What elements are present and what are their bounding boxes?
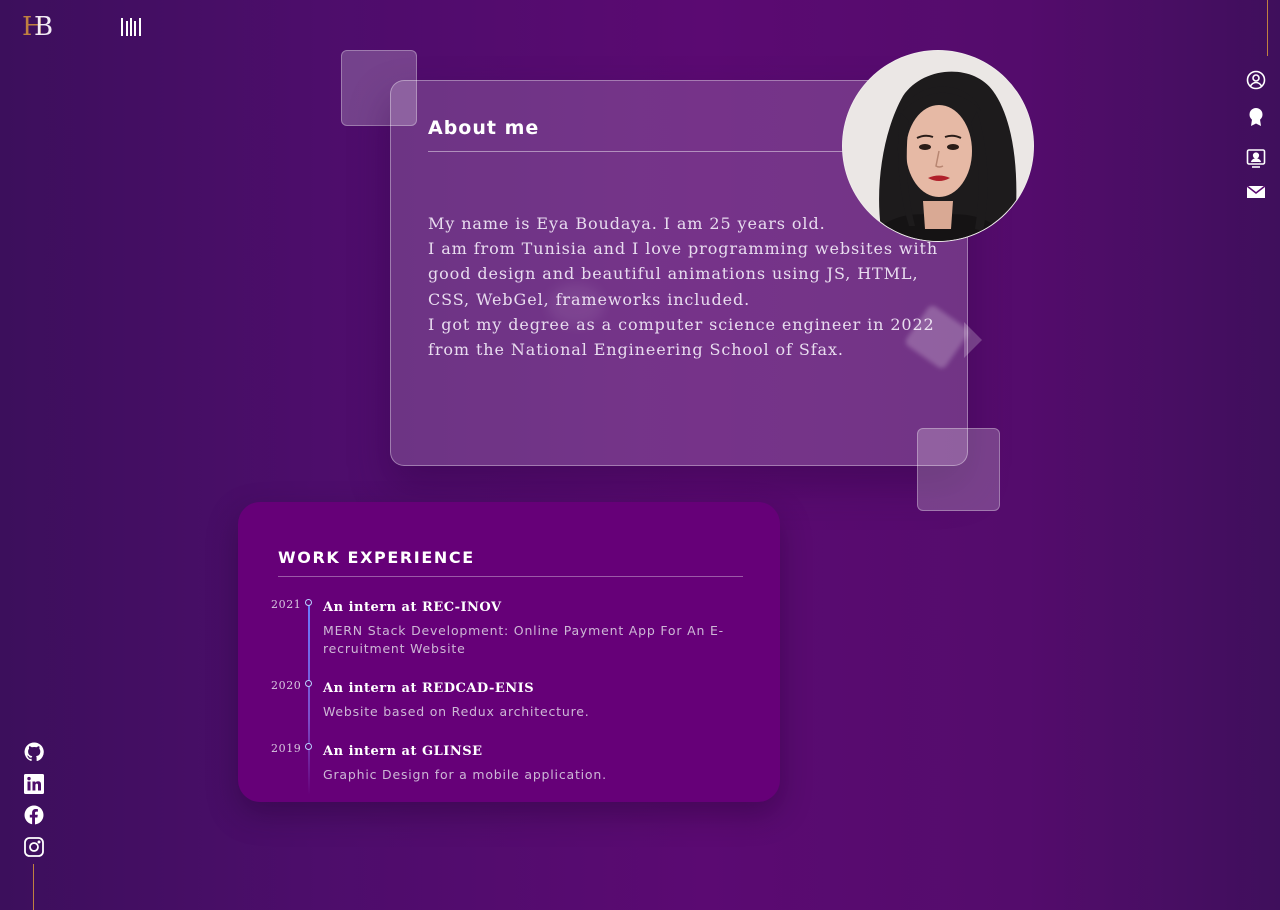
job-description-line: MERN Stack Development: Online Payment A… [323, 623, 724, 638]
about-line: good design and beautiful animations usi… [428, 264, 919, 284]
work-experience-card: WORK EXPERIENCE 2021 An intern at REC-IN… [238, 502, 780, 802]
about-text: My name is Eya Boudaya. I am 25 years ol… [428, 211, 939, 362]
portfolio-icon[interactable] [1246, 148, 1266, 168]
work-title: WORK EXPERIENCE [278, 548, 475, 567]
mail-icon[interactable] [1246, 182, 1266, 202]
user-icon[interactable] [1246, 70, 1266, 90]
job-description: Website based on Redux architecture. [323, 703, 743, 721]
facebook-icon[interactable] [24, 805, 44, 825]
accent-line-bottom [33, 864, 34, 910]
timeline-dot [305, 599, 312, 606]
timeline-year: 2021 [271, 598, 302, 611]
about-line: I am from Tunisia and I love programming… [428, 239, 939, 259]
job-description: MERN Stack Development: Online Payment A… [323, 622, 743, 658]
about-divider [428, 151, 858, 152]
about-line: I got my degree as a computer science en… [428, 314, 935, 334]
job-description-line: Website based on Redux architecture. [323, 704, 590, 719]
profile-photo [842, 50, 1034, 242]
job-role: An intern at REDCAD-ENIS [323, 681, 535, 696]
menu-icon[interactable] [120, 16, 142, 38]
timeline-year: 2020 [271, 679, 302, 692]
timeline-year: 2019 [271, 742, 302, 755]
about-line: from the National Engineering School of … [428, 340, 844, 360]
instagram-icon[interactable] [24, 837, 44, 857]
timeline-dot [305, 743, 312, 750]
about-line: CSS, WebGel, frameworks included. [428, 289, 751, 309]
about-card-pointer [964, 322, 982, 358]
job-description-line: recruitment Website [323, 641, 466, 656]
timeline-dot [305, 680, 312, 687]
job-description-line: Graphic Design for a mobile application. [323, 767, 607, 782]
job-role: An intern at REC-INOV [323, 600, 502, 615]
accent-line-top [1267, 0, 1268, 56]
job-role: An intern at GLINSE [323, 744, 483, 759]
logo[interactable]: H B [22, 12, 62, 42]
job-description: Graphic Design for a mobile application. [323, 766, 743, 784]
about-line: My name is Eya Boudaya. I am 25 years ol… [428, 214, 826, 233]
decorative-square [917, 428, 1000, 511]
logo-letter-b: B [34, 12, 54, 42]
award-icon[interactable] [1246, 107, 1266, 127]
work-divider [278, 576, 743, 577]
linkedin-icon[interactable] [24, 774, 44, 794]
timeline-line [308, 605, 310, 795]
github-icon[interactable] [24, 742, 44, 762]
decorative-blob [548, 284, 604, 326]
about-title: About me [428, 117, 540, 139]
